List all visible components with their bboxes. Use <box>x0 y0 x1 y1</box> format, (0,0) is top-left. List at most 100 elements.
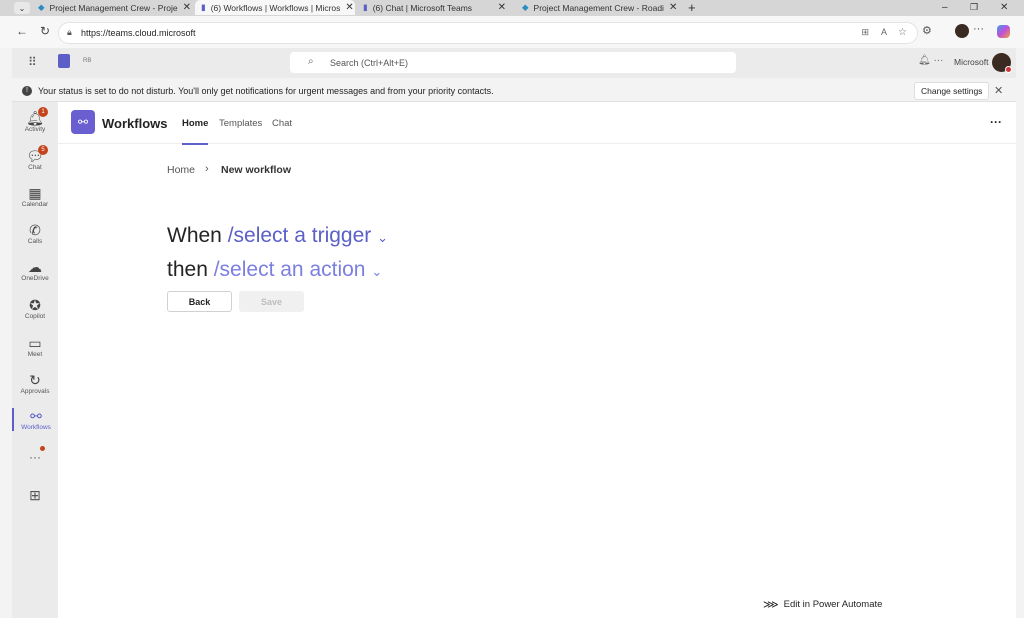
rail-label: Meet <box>27 351 43 358</box>
rail-label: Approvals <box>20 388 50 395</box>
workflows-icon: ⚯ <box>30 408 42 424</box>
new-tab-button[interactable]: + <box>682 0 702 15</box>
rail-item-workflows[interactable]: ⚯ Workflows <box>12 408 58 431</box>
rail-item-chat[interactable]: 💬︎ 5 Chat <box>12 145 58 171</box>
chat-icon: 💬︎ <box>26 148 44 164</box>
banner-text: Your status is set to do not disturb. Yo… <box>38 85 494 96</box>
chat-badge: 5 <box>38 145 48 155</box>
teams-favicon-icon: ▮ <box>363 2 368 12</box>
rail-label: Activity <box>24 126 46 133</box>
app-available-icon[interactable]: ⊞ <box>861 27 869 38</box>
tab-title: (6) Workflows | Workflows | Micros <box>210 2 341 13</box>
browser-tab[interactable]: ▮ (6) Chat | Microsoft Teams ✕ <box>357 0 512 15</box>
action-row: then /select an action ⌄ <box>167 258 382 282</box>
edit-power-automate-label: Edit in Power Automate <box>783 599 883 610</box>
teams-logo-icon <box>58 54 70 68</box>
tab-list-button[interactable]: ⌄ <box>14 2 30 14</box>
extensions-icon[interactable]: ⚙ <box>922 24 932 37</box>
tab-title: Project Management Crew - Proje <box>49 2 178 13</box>
copilot-icon[interactable] <box>997 25 1010 38</box>
more-options-icon[interactable]: ··· <box>990 115 1002 129</box>
browser-tab[interactable]: ◆ Project Management Crew - Proje ✕ <box>32 0 192 15</box>
rail-item-calendar[interactable]: ▦ Calendar <box>12 185 58 208</box>
close-tab-icon[interactable]: ✕ <box>183 2 191 13</box>
close-window-button[interactable]: ✕ <box>994 0 1014 15</box>
bell-icon: 🔔︎ <box>26 110 44 126</box>
info-icon: ! <box>22 86 32 96</box>
rail-label: OneDrive <box>21 275 49 282</box>
profile-avatar[interactable] <box>955 24 969 38</box>
dnd-banner: ! Your status is set to do not disturb. … <box>12 80 1016 102</box>
edit-in-power-automate-link[interactable]: ⋙ Edit in Power Automate <box>763 598 882 611</box>
browser-tab-bar: ⌄ ◆ Project Management Crew - Proje ✕ ▮ (6)… <box>0 0 1024 16</box>
chevron-down-icon[interactable]: ⌄ <box>371 264 382 279</box>
select-trigger-dropdown[interactable]: /select a trigger <box>228 224 372 247</box>
when-label: When <box>167 224 222 247</box>
tab-templates[interactable]: Templates <box>219 118 262 129</box>
rail-label: Calls <box>27 238 43 245</box>
power-automate-icon: ⋙ <box>763 599 779 611</box>
rail-item-meet[interactable]: ▭ Meet <box>12 335 58 358</box>
browser-tab[interactable]: ◆ Project Management Crew - Roadi ✕ <box>516 0 676 15</box>
rail-item-copilot[interactable]: ✪ Copilot <box>12 297 58 320</box>
trigger-row: When /select a trigger ⌄ <box>167 224 388 248</box>
org-name: Microsoft <box>954 57 989 67</box>
restore-button[interactable]: ❐ <box>964 0 984 15</box>
lock-icon: 🔒︎ <box>67 27 72 37</box>
chevron-right-icon: › <box>205 163 209 175</box>
dnd-status-icon <box>1005 66 1012 73</box>
change-settings-button[interactable]: Change settings <box>914 82 990 100</box>
main-content <box>58 102 1016 618</box>
close-tab-icon[interactable]: ✕ <box>498 2 506 13</box>
breadcrumb-home[interactable]: Home <box>167 164 195 176</box>
rail-item-onedrive[interactable]: ☁︎ OneDrive <box>12 259 58 282</box>
tab-favicon-icon: ◆ <box>38 2 45 12</box>
notifications-more-icon[interactable]: 🔔︎ ··· <box>918 55 943 66</box>
video-icon: ▭ <box>28 335 42 351</box>
select-action-dropdown[interactable]: /select an action <box>214 258 366 281</box>
copilot-icon: ✪ <box>29 297 41 313</box>
then-label: then <box>167 258 208 281</box>
tenant-initials: RB <box>83 58 92 64</box>
workflows-logo-icon: ⚯ <box>71 110 95 134</box>
search-icon: ⌕ <box>308 56 314 67</box>
app-rail: 🔔︎ 1 Activity 💬︎ 5 Chat ▦ Calendar ✆ Calls ☁︎ O… <box>12 102 58 618</box>
close-tab-icon[interactable]: ✕ <box>669 2 676 13</box>
url-text: https://teams.cloud.microsoft <box>81 28 196 38</box>
browser-menu-icon[interactable]: ··· <box>973 23 984 35</box>
cloud-icon: ☁︎ <box>28 259 42 275</box>
back-button[interactable]: Back <box>167 291 232 312</box>
rail-label: Calendar <box>21 201 49 208</box>
notification-dot <box>40 446 45 451</box>
save-button[interactable]: Save <box>239 291 304 312</box>
search-placeholder: Search (Ctrl+Alt+E) <box>330 57 409 68</box>
approvals-icon: ↻ <box>29 372 41 388</box>
favorite-star-icon[interactable]: ☆ <box>898 27 907 38</box>
rail-item-approvals[interactable]: ↻ Approvals <box>12 372 58 395</box>
rail-label: Copilot <box>24 313 46 320</box>
close-banner-icon[interactable]: ✕ <box>994 84 1003 97</box>
chevron-down-icon[interactable]: ⌄ <box>377 230 388 245</box>
phone-icon: ✆ <box>29 222 41 238</box>
tab-home[interactable]: Home <box>182 118 209 145</box>
url-field[interactable]: 🔒︎ https://teams.cloud.microsoft ☆ A ⊞ <box>58 22 918 44</box>
rail-item-activity[interactable]: 🔔︎ 1 Activity <box>12 107 58 133</box>
tab-favicon-icon: ◆ <box>522 2 529 12</box>
app-launcher-icon[interactable]: ⠿ <box>28 55 37 69</box>
minimize-button[interactable]: – <box>936 0 954 15</box>
more-apps-button[interactable]: ··· <box>12 446 58 464</box>
add-app-button[interactable]: ⊞ <box>12 487 58 504</box>
browser-tab[interactable]: ▮ (6) Workflows | Workflows | Micros ✕ <box>195 0 355 15</box>
close-tab-icon[interactable]: ✕ <box>345 2 353 13</box>
refresh-icon[interactable]: ↻ <box>40 24 50 38</box>
tab-title: Project Management Crew - Roadi <box>533 2 664 13</box>
calendar-icon: ▦ <box>28 185 42 201</box>
breadcrumb-current: New workflow <box>221 164 292 176</box>
rail-label: Chat <box>28 164 42 171</box>
app-title: Workflows <box>102 116 168 131</box>
rail-item-calls[interactable]: ✆ Calls <box>12 222 58 245</box>
tab-chat[interactable]: Chat <box>272 118 292 129</box>
read-aloud-icon[interactable]: A <box>881 27 887 37</box>
back-icon[interactable]: ← <box>16 24 28 38</box>
search-input[interactable]: ⌕ Search (Ctrl+Alt+E) <box>290 52 736 73</box>
